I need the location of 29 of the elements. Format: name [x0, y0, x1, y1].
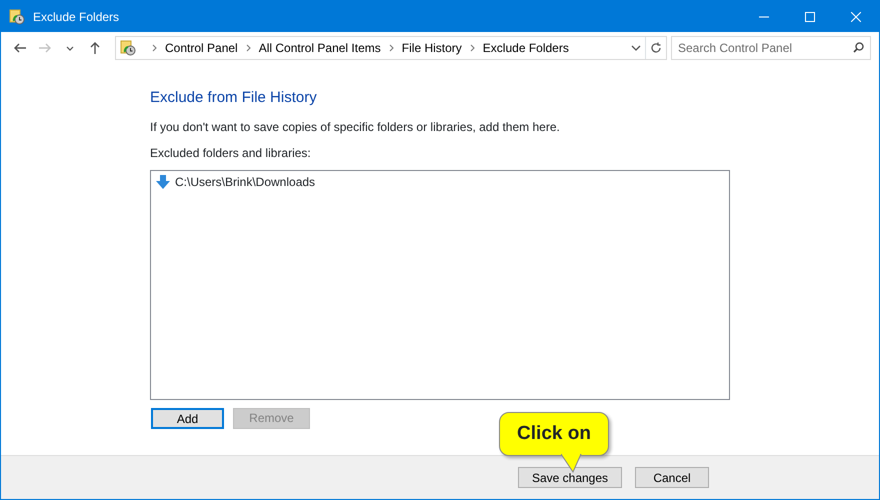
footer-button[interactable]: Cancel	[635, 467, 709, 488]
list-item[interactable]: C:\Users\Brink\Downloads	[155, 172, 725, 190]
window-title: Exclude Folders	[33, 8, 120, 26]
chevron-icon	[246, 44, 251, 52]
folder-path: C:\Users\Brink\Downloads	[175, 174, 316, 190]
breadcrumb-item[interactable]: File History	[402, 38, 462, 56]
down-arrow-icon	[155, 174, 171, 188]
chevron-icon	[152, 44, 157, 52]
breadcrumb-item[interactable]: Exclude Folders	[482, 38, 569, 56]
control-panel-icon	[120, 40, 136, 56]
address-bar[interactable]: Control Panel All Control Panel Items File History Exclude Folders	[115, 36, 667, 60]
list-label: Excluded folders and libraries:	[150, 144, 312, 162]
search-icon	[853, 42, 864, 52]
footer-button[interactable]: Save changes	[518, 467, 622, 488]
arrow-icon	[38, 40, 52, 54]
callout-bubble: Click on	[499, 412, 609, 456]
heading: Exclude from File History	[150, 88, 318, 108]
breadcrumb-item[interactable]: All Control Panel Items	[258, 38, 381, 56]
search-field[interactable]: Search Control Panel	[671, 36, 871, 60]
close-icon	[851, 12, 861, 22]
list-button[interactable]: Add	[151, 408, 224, 428]
description-text: If you don't want to save copies of specific folders or libraries, add them here.	[150, 118, 561, 136]
arrow-icon	[12, 40, 26, 54]
arrow-icon	[88, 40, 102, 54]
maximize-icon	[805, 12, 815, 22]
breadcrumb-item[interactable]: Control Panel	[165, 38, 238, 56]
chevron-icon	[388, 44, 394, 52]
chevron-icon	[470, 44, 475, 52]
app-icon	[9, 8, 25, 24]
